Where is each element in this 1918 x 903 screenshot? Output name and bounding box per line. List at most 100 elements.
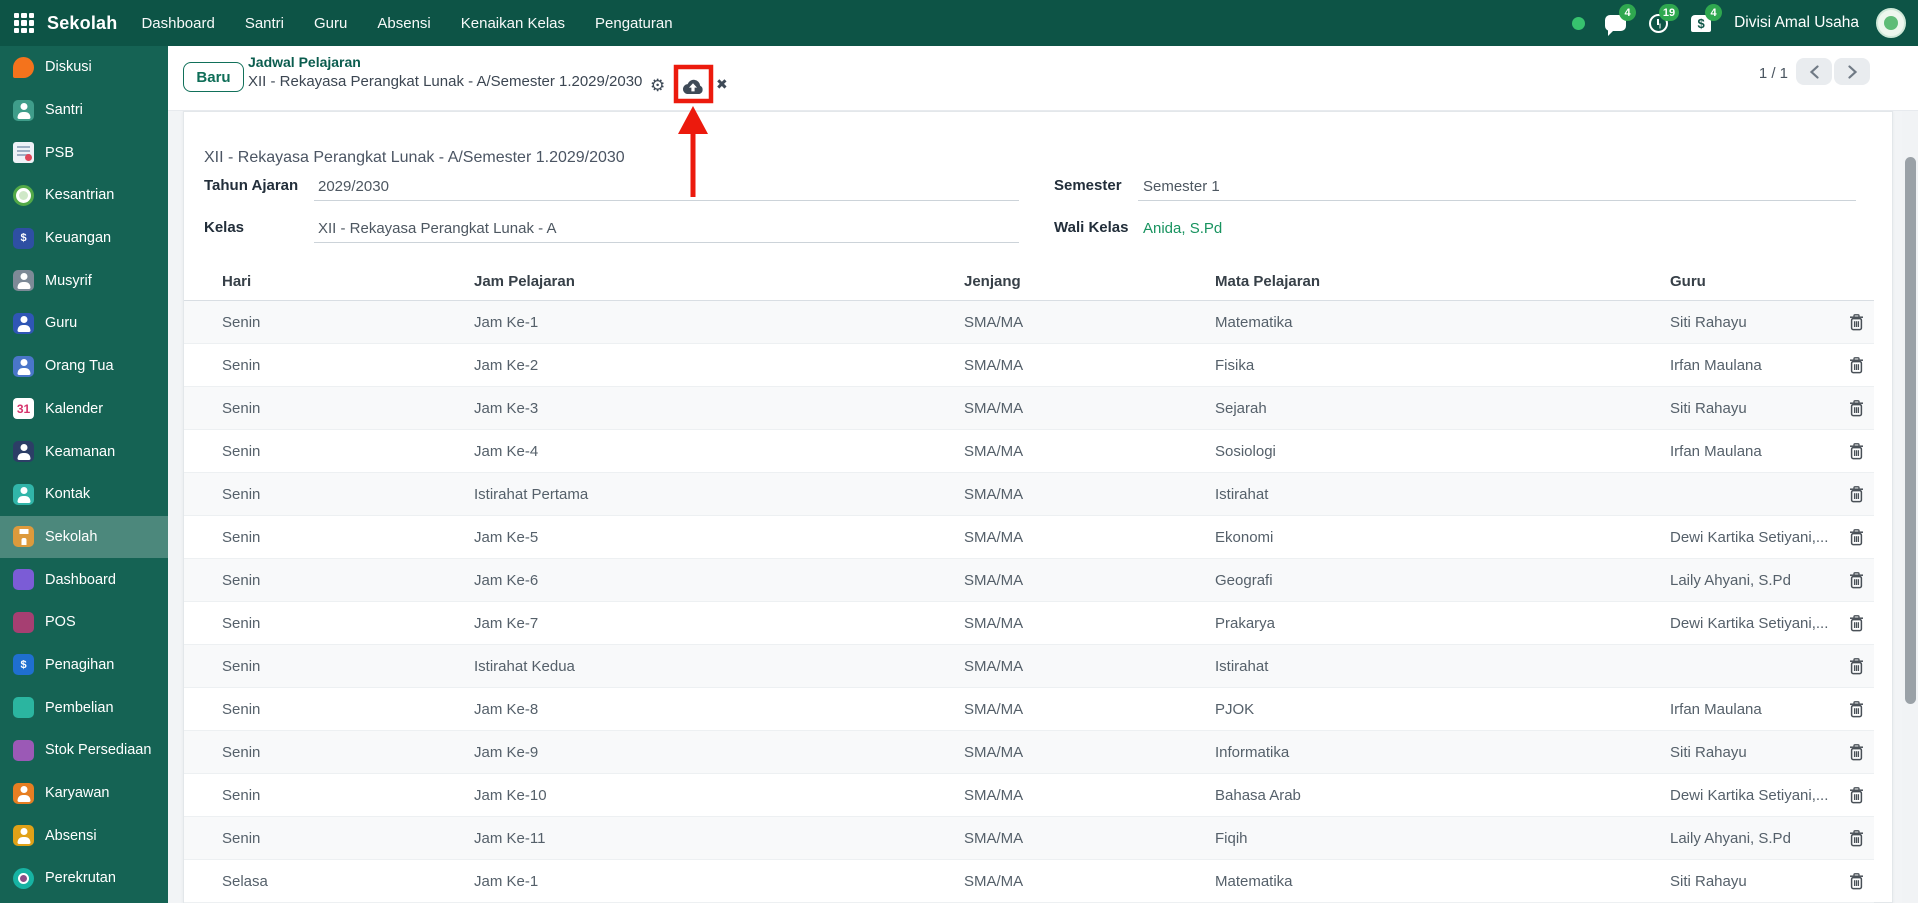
sidebar-item-kesantrian[interactable]: Kesantrian [0, 174, 168, 217]
control-panel: Baru Jadwal Pelajaran XII - Rekayasa Per… [168, 46, 1918, 111]
cell-jam-pelajaran: Jam Ke-11 [474, 830, 964, 847]
field-value-wali-kelas-link[interactable]: Anida, S.Pd [1143, 220, 1222, 237]
sidebar-icon-keuangan: $ [13, 228, 34, 249]
table-row[interactable]: Senin Jam Ke-9 SMA/MA Informatika Siti R… [184, 731, 1874, 774]
sidebar-item-keuangan[interactable]: $ Keuangan [0, 217, 168, 260]
field-value-semester[interactable]: Semester 1 [1143, 178, 1220, 195]
column-header-jenjang[interactable]: Jenjang [964, 273, 1215, 290]
table-row[interactable]: Senin Jam Ke-7 SMA/MA Prakarya Dewi Kart… [184, 602, 1874, 645]
scrollbar-thumb[interactable] [1905, 157, 1916, 704]
new-button[interactable]: Baru [183, 62, 244, 92]
discard-x-icon[interactable]: ✖ [716, 77, 728, 91]
delete-row-button[interactable] [1844, 568, 1868, 592]
cell-jam-pelajaran: Jam Ke-1 [474, 873, 964, 890]
sidebar-item-sekolah[interactable]: Sekolah [0, 516, 168, 559]
delete-row-button[interactable] [1844, 396, 1868, 420]
column-header-jam-pelajaran[interactable]: Jam Pelajaran [474, 273, 964, 290]
trash-icon [1849, 572, 1864, 589]
table-row[interactable]: Senin Jam Ke-6 SMA/MA Geografi Laily Ahy… [184, 559, 1874, 602]
cell-hari: Senin [222, 357, 474, 374]
top-menu-item-kenaikan-kelas[interactable]: Kenaikan Kelas [461, 15, 565, 32]
messages-button[interactable]: 4 [1602, 10, 1628, 36]
sidebar-item-perekrutan[interactable]: Perekrutan [0, 857, 168, 900]
delete-row-button[interactable] [1844, 740, 1868, 764]
user-menu[interactable]: Divisi Amal Usaha [1734, 14, 1859, 32]
avatar[interactable] [1876, 8, 1906, 38]
table-row[interactable]: Senin Istirahat Pertama SMA/MA Istirahat [184, 473, 1874, 516]
delete-row-button[interactable] [1844, 611, 1868, 635]
sidebar-item-santri[interactable]: Santri [0, 89, 168, 132]
save-cloud-button[interactable] [681, 75, 705, 97]
sidebar-item-musyrif[interactable]: Musyrif [0, 259, 168, 302]
sidebar-item-kalender[interactable]: 31 Kalender [0, 388, 168, 431]
field-value-kelas[interactable]: XII - Rekayasa Perangkat Lunak - A [318, 220, 556, 237]
delete-row-button[interactable] [1844, 869, 1868, 893]
sidebar-item-karyawan[interactable]: Karyawan [0, 772, 168, 815]
sidebar-item-dashboard[interactable]: Dashboard [0, 558, 168, 601]
trash-icon [1849, 529, 1864, 546]
table-row[interactable]: Senin Jam Ke-5 SMA/MA Ekonomi Dewi Karti… [184, 516, 1874, 559]
delete-row-button[interactable] [1844, 697, 1868, 721]
top-menu-item-pengaturan[interactable]: Pengaturan [595, 15, 673, 32]
sidebar-item-label: Dashboard [45, 572, 116, 588]
sidebar-item-keamanan[interactable]: Keamanan [0, 430, 168, 473]
table-row[interactable]: Senin Jam Ke-4 SMA/MA Sosiologi Irfan Ma… [184, 430, 1874, 473]
sidebar-item-kontak[interactable]: Kontak [0, 473, 168, 516]
sidebar-item-pos[interactable]: POS [0, 601, 168, 644]
sidebar-icon-kalender: 31 [13, 398, 34, 419]
delete-row-button[interactable] [1844, 353, 1868, 377]
sidebar-item-guru[interactable]: Guru [0, 302, 168, 345]
sidebar-item-pembelian[interactable]: Pembelian [0, 686, 168, 729]
pager-next-button[interactable] [1834, 58, 1870, 85]
delete-row-button[interactable] [1844, 654, 1868, 678]
delete-row-button[interactable] [1844, 482, 1868, 506]
table-row[interactable]: Senin Jam Ke-1 SMA/MA Matematika Siti Ra… [184, 301, 1874, 344]
cell-mata-pelajaran: Fiqih [1215, 830, 1670, 847]
trash-icon [1849, 744, 1864, 761]
breadcrumb-parent-link[interactable]: Jadwal Pelajaran [248, 54, 642, 70]
column-header-hari[interactable]: Hari [222, 273, 474, 290]
cell-hari: Senin [222, 486, 474, 503]
delete-row-button[interactable] [1844, 310, 1868, 334]
table-row[interactable]: Selasa Jam Ke-1 SMA/MA Matematika Siti R… [184, 860, 1874, 903]
delete-row-button[interactable] [1844, 783, 1868, 807]
sidebar-item-psb[interactable]: PSB [0, 131, 168, 174]
chevron-left-icon [1809, 65, 1820, 79]
column-header-mata-pelajaran[interactable]: Mata Pelajaran [1215, 273, 1670, 290]
sidebar-icon-karyawan [13, 783, 34, 804]
field-label-wali-kelas: Wali Kelas [1054, 219, 1128, 236]
delete-row-button[interactable] [1844, 525, 1868, 549]
delete-row-button[interactable] [1844, 439, 1868, 463]
sidebar-item-label: Stok Persediaan [45, 742, 151, 758]
table-row[interactable]: Senin Istirahat Kedua SMA/MA Istirahat [184, 645, 1874, 688]
sidebar-item-label: Kalender [45, 401, 103, 417]
apps-grid-icon[interactable] [14, 13, 34, 33]
table-row[interactable]: Senin Jam Ke-10 SMA/MA Bahasa Arab Dewi … [184, 774, 1874, 817]
cell-jam-pelajaran: Jam Ke-5 [474, 529, 964, 546]
app-title[interactable]: Sekolah [47, 13, 117, 34]
top-menu-item-absensi[interactable]: Absensi [377, 15, 430, 32]
pager-prev-button[interactable] [1796, 58, 1832, 85]
sidebar-item-diskusi[interactable]: Diskusi [0, 46, 168, 89]
top-menu-item-guru[interactable]: Guru [314, 15, 347, 32]
top-menu-item-santri[interactable]: Santri [245, 15, 284, 32]
sidebar-item-penagihan[interactable]: $ Penagihan [0, 644, 168, 687]
sidebar-item-absensi[interactable]: Absensi [0, 814, 168, 857]
sales-button[interactable]: $ 4 [1688, 10, 1714, 36]
sidebar-item-orang-tua[interactable]: Orang Tua [0, 345, 168, 388]
delete-row-button[interactable] [1844, 826, 1868, 850]
table-row[interactable]: Senin Jam Ke-3 SMA/MA Sejarah Siti Rahay… [184, 387, 1874, 430]
sidebar-icon-absensi [13, 825, 34, 846]
cell-jenjang: SMA/MA [964, 615, 1215, 632]
top-menu-item-dashboard[interactable]: Dashboard [141, 15, 214, 32]
table-row[interactable]: Senin Jam Ke-2 SMA/MA Fisika Irfan Maula… [184, 344, 1874, 387]
gear-icon[interactable]: ⚙ [650, 77, 665, 94]
table-row[interactable]: Senin Jam Ke-11 SMA/MA Fiqih Laily Ahyan… [184, 817, 1874, 860]
column-header-guru[interactable]: Guru [1670, 273, 1844, 290]
sidebar-item-stok-persediaan[interactable]: Stok Persediaan [0, 729, 168, 772]
activities-button[interactable]: 19 [1645, 10, 1671, 36]
table-row[interactable]: Senin Jam Ke-8 SMA/MA PJOK Irfan Maulana [184, 688, 1874, 731]
cell-hari: Senin [222, 572, 474, 589]
field-value-tahun-ajaran[interactable]: 2029/2030 [318, 178, 389, 195]
breadcrumb: Jadwal Pelajaran XII - Rekayasa Perangka… [248, 54, 642, 90]
